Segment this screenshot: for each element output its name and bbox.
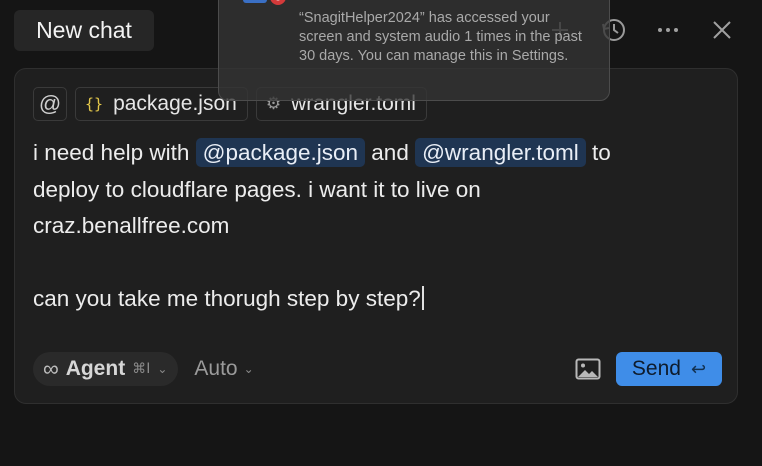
message-text: i need help with xyxy=(33,140,196,165)
more-icon[interactable] xyxy=(652,14,684,46)
infinity-icon: ∞ xyxy=(43,356,59,381)
model-selector[interactable]: Auto ⌄ xyxy=(194,357,253,381)
chevron-down-icon: ⌄ xyxy=(243,362,254,376)
message-text: and xyxy=(365,140,416,165)
agent-shortcut: ⌘I xyxy=(132,361,151,377)
mode-controls: ∞ Agent ⌘I ⌄ Auto ⌄ xyxy=(33,352,254,386)
text-caret xyxy=(421,286,424,310)
message-line: i need help with @package.json and @wran… xyxy=(33,135,713,172)
add-context-button[interactable]: @ xyxy=(33,87,67,121)
message-line: deploy to cloudflare pages. i want it to… xyxy=(33,176,481,202)
model-label: Auto xyxy=(194,357,238,380)
at-icon: @ xyxy=(38,91,62,116)
message-text: to xyxy=(585,140,611,165)
return-key-icon: ↩ xyxy=(690,358,707,379)
message-line: can you take me thorugh step by step? xyxy=(33,281,713,318)
privacy-notification[interactable]: “SnagitHelper2024” has accessed your scr… xyxy=(218,0,610,101)
tab-new-chat[interactable]: New chat xyxy=(14,10,154,51)
chevron-down-icon: ⌄ xyxy=(157,362,168,376)
mention-wrangler-toml[interactable]: @wrangler.toml xyxy=(415,138,586,167)
agent-label: Agent xyxy=(65,357,126,380)
message-line: craz.benallfree.com xyxy=(33,213,230,238)
send-label: Send xyxy=(631,357,681,380)
json-file-icon: {} xyxy=(85,95,104,113)
image-upload-icon[interactable] xyxy=(575,358,601,380)
send-button[interactable]: Send ↩ xyxy=(616,352,722,386)
tab-title: New chat xyxy=(36,17,132,43)
notification-text: “SnagitHelper2024” has accessed your scr… xyxy=(299,10,582,64)
mention-package-json[interactable]: @package.json xyxy=(195,138,366,167)
message-input[interactable]: i need help with @package.json and @wran… xyxy=(33,135,713,318)
close-icon[interactable] xyxy=(706,14,738,46)
agent-mode-selector[interactable]: ∞ Agent ⌘I ⌄ xyxy=(33,352,179,386)
message-text: can you take me thorugh step by step? xyxy=(33,286,421,311)
screen-recording-icon xyxy=(241,0,287,9)
chat-input-panel: @ {} package.json ⚙ wrangler.toml i need… xyxy=(14,68,738,404)
